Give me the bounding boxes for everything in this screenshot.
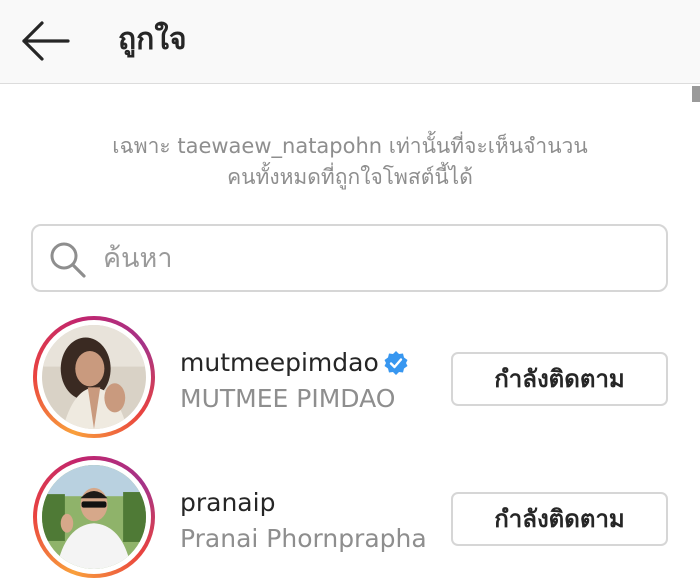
full-name: MUTMEE PIMDAO: [180, 384, 396, 413]
username[interactable]: pranaip: [180, 486, 275, 520]
scrollbar[interactable]: [692, 86, 700, 102]
avatar: [42, 465, 146, 569]
back-button[interactable]: [18, 18, 74, 64]
arrow-left-icon: [22, 21, 70, 61]
page-title: ถูกใจ: [118, 22, 187, 57]
avatar: [42, 325, 146, 429]
liker-row: pranaip Pranai Phornprapha กำลังติดตาม: [0, 456, 700, 586]
liker-row: mutmeepimdao MUTMEE PIMDAO กำลังติดตาม: [0, 316, 700, 446]
following-button[interactable]: กำลังติดตาม: [451, 352, 668, 406]
notice-line-2: คนทั้งหมดที่ถูกใจโพสต์นี้ได้: [227, 165, 473, 189]
search-input[interactable]: [103, 234, 653, 282]
likes-visibility-notice: เฉพาะ taewaew_natapohn เท่านั้นที่จะเห็น…: [40, 131, 660, 193]
verified-badge-icon: [384, 351, 408, 375]
username[interactable]: mutmeepimdao: [180, 346, 379, 380]
search-box[interactable]: [31, 224, 668, 292]
following-button[interactable]: กำลังติดตาม: [451, 492, 668, 546]
search-icon: [50, 242, 86, 278]
notice-line-1: เฉพาะ taewaew_natapohn เท่านั้นที่จะเห็น…: [112, 134, 588, 158]
avatar-story-ring[interactable]: [33, 316, 155, 438]
top-bar: ถูกใจ: [0, 0, 700, 84]
full-name: Pranai Phornprapha: [180, 524, 427, 553]
avatar-story-ring[interactable]: [33, 456, 155, 578]
